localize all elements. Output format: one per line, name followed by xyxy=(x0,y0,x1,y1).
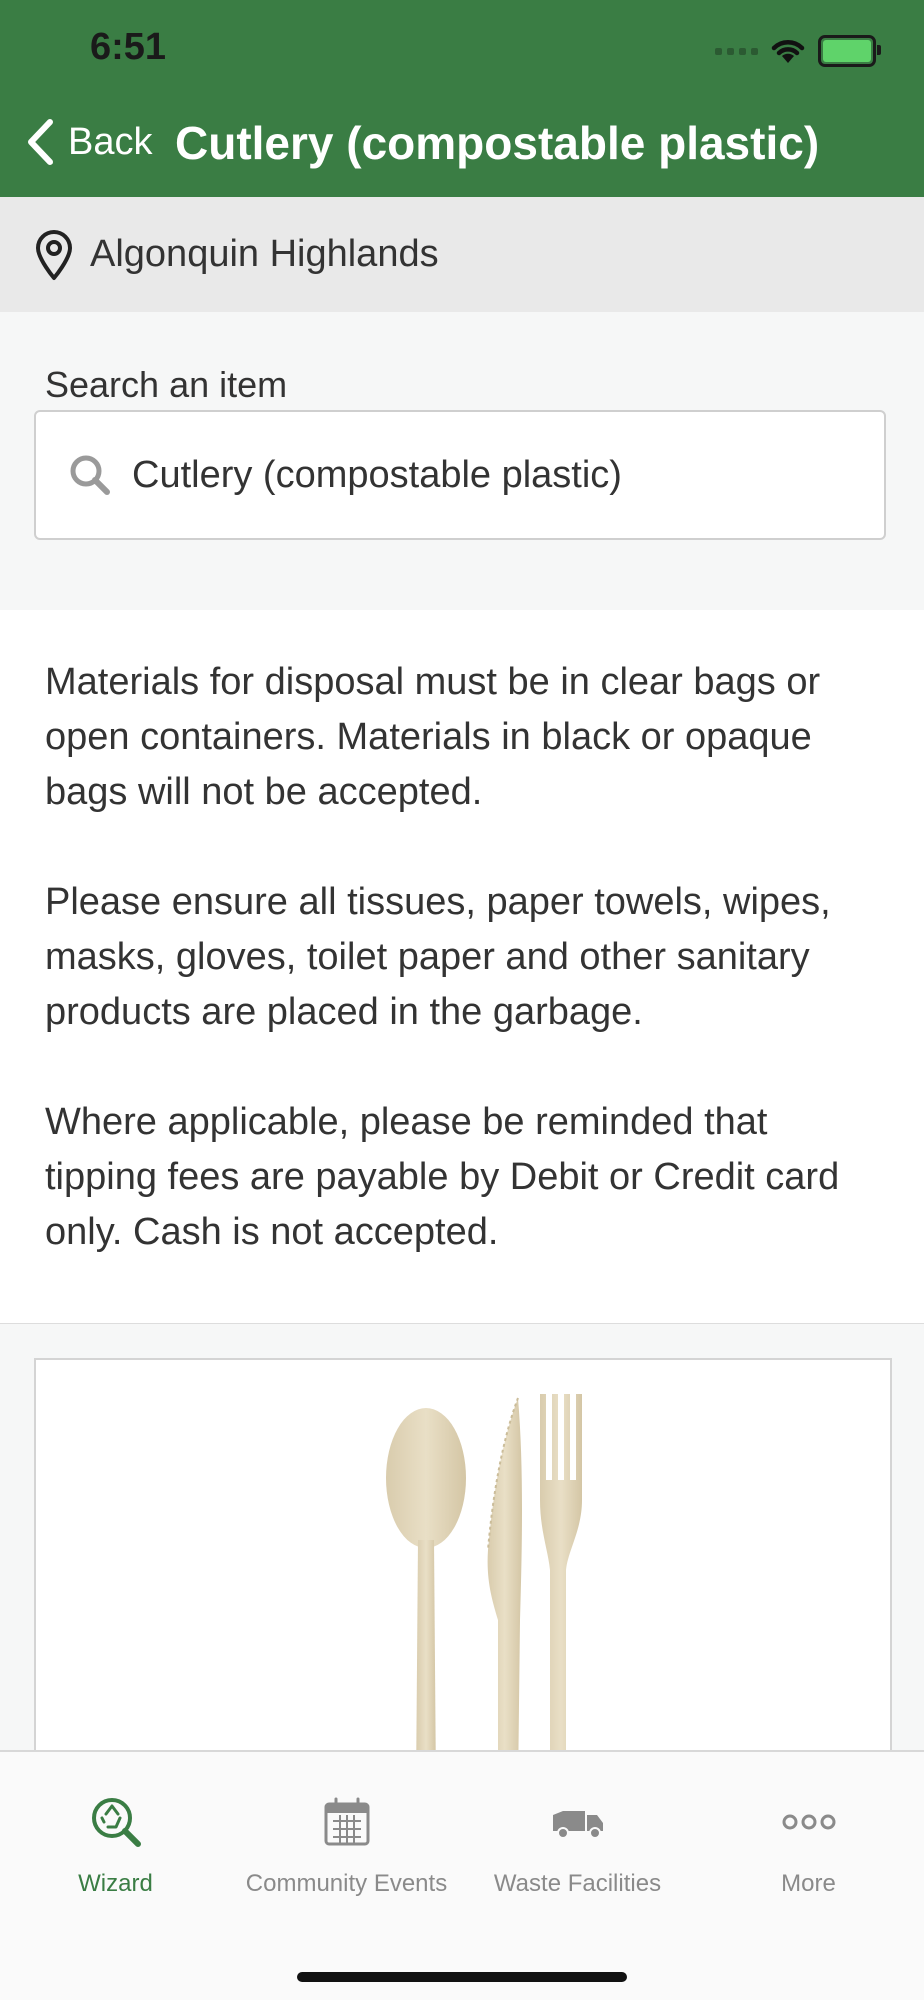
app-header: 6:51 Back Cutlery (compostable plastic) xyxy=(0,0,924,197)
disposal-info: Materials for disposal must be in clear … xyxy=(45,655,885,1315)
search-label: Search an item xyxy=(45,364,288,405)
chevron-left-icon xyxy=(28,119,53,165)
tab-bar: Wizard Community Events Waste Facilities xyxy=(0,1750,924,2000)
page-title: Cutlery (compostable plastic) xyxy=(175,117,820,169)
cutlery-image xyxy=(386,1394,582,1758)
calendar-icon xyxy=(324,1797,369,1846)
status-time: 6:51 xyxy=(90,26,167,68)
tab-label: More xyxy=(781,1870,836,1897)
wifi-icon xyxy=(771,40,805,63)
item-image-card xyxy=(34,1358,892,1758)
map-pin-icon xyxy=(36,229,72,280)
tab-waste-facilities[interactable]: Waste Facilities xyxy=(462,1792,693,1898)
tab-more[interactable]: More xyxy=(693,1792,924,1898)
truck-icon xyxy=(552,1811,603,1839)
back-label: Back xyxy=(68,120,153,163)
search-box[interactable] xyxy=(34,410,886,540)
tab-label: Wizard xyxy=(78,1870,153,1897)
info-paragraph: Please ensure all tissues, paper towels,… xyxy=(45,881,831,1033)
status-icons xyxy=(715,34,881,68)
cellular-signal-icon xyxy=(715,47,758,55)
tab-community-events[interactable]: Community Events xyxy=(231,1792,462,1898)
tab-wizard[interactable]: Wizard xyxy=(0,1792,231,1898)
back-button[interactable]: Back xyxy=(26,118,152,166)
location-selector[interactable]: Algonquin Highlands xyxy=(0,197,924,312)
more-dots-icon xyxy=(782,1814,835,1830)
location-name: Algonquin Highlands xyxy=(90,233,439,275)
navigation-bar: Back Cutlery (compostable plastic) xyxy=(0,110,924,180)
search-input[interactable] xyxy=(130,452,834,498)
tab-label: Waste Facilities xyxy=(493,1870,662,1897)
home-indicator[interactable] xyxy=(297,1972,627,1982)
tab-label: Community Events xyxy=(245,1870,448,1897)
search-icon xyxy=(70,455,110,495)
info-paragraph: Materials for disposal must be in clear … xyxy=(45,661,821,813)
battery-icon xyxy=(818,35,881,67)
search-section: Search an item xyxy=(0,312,924,610)
recycle-search-icon xyxy=(91,1798,141,1847)
info-paragraph: Where applicable, please be reminded tha… xyxy=(45,1101,840,1253)
